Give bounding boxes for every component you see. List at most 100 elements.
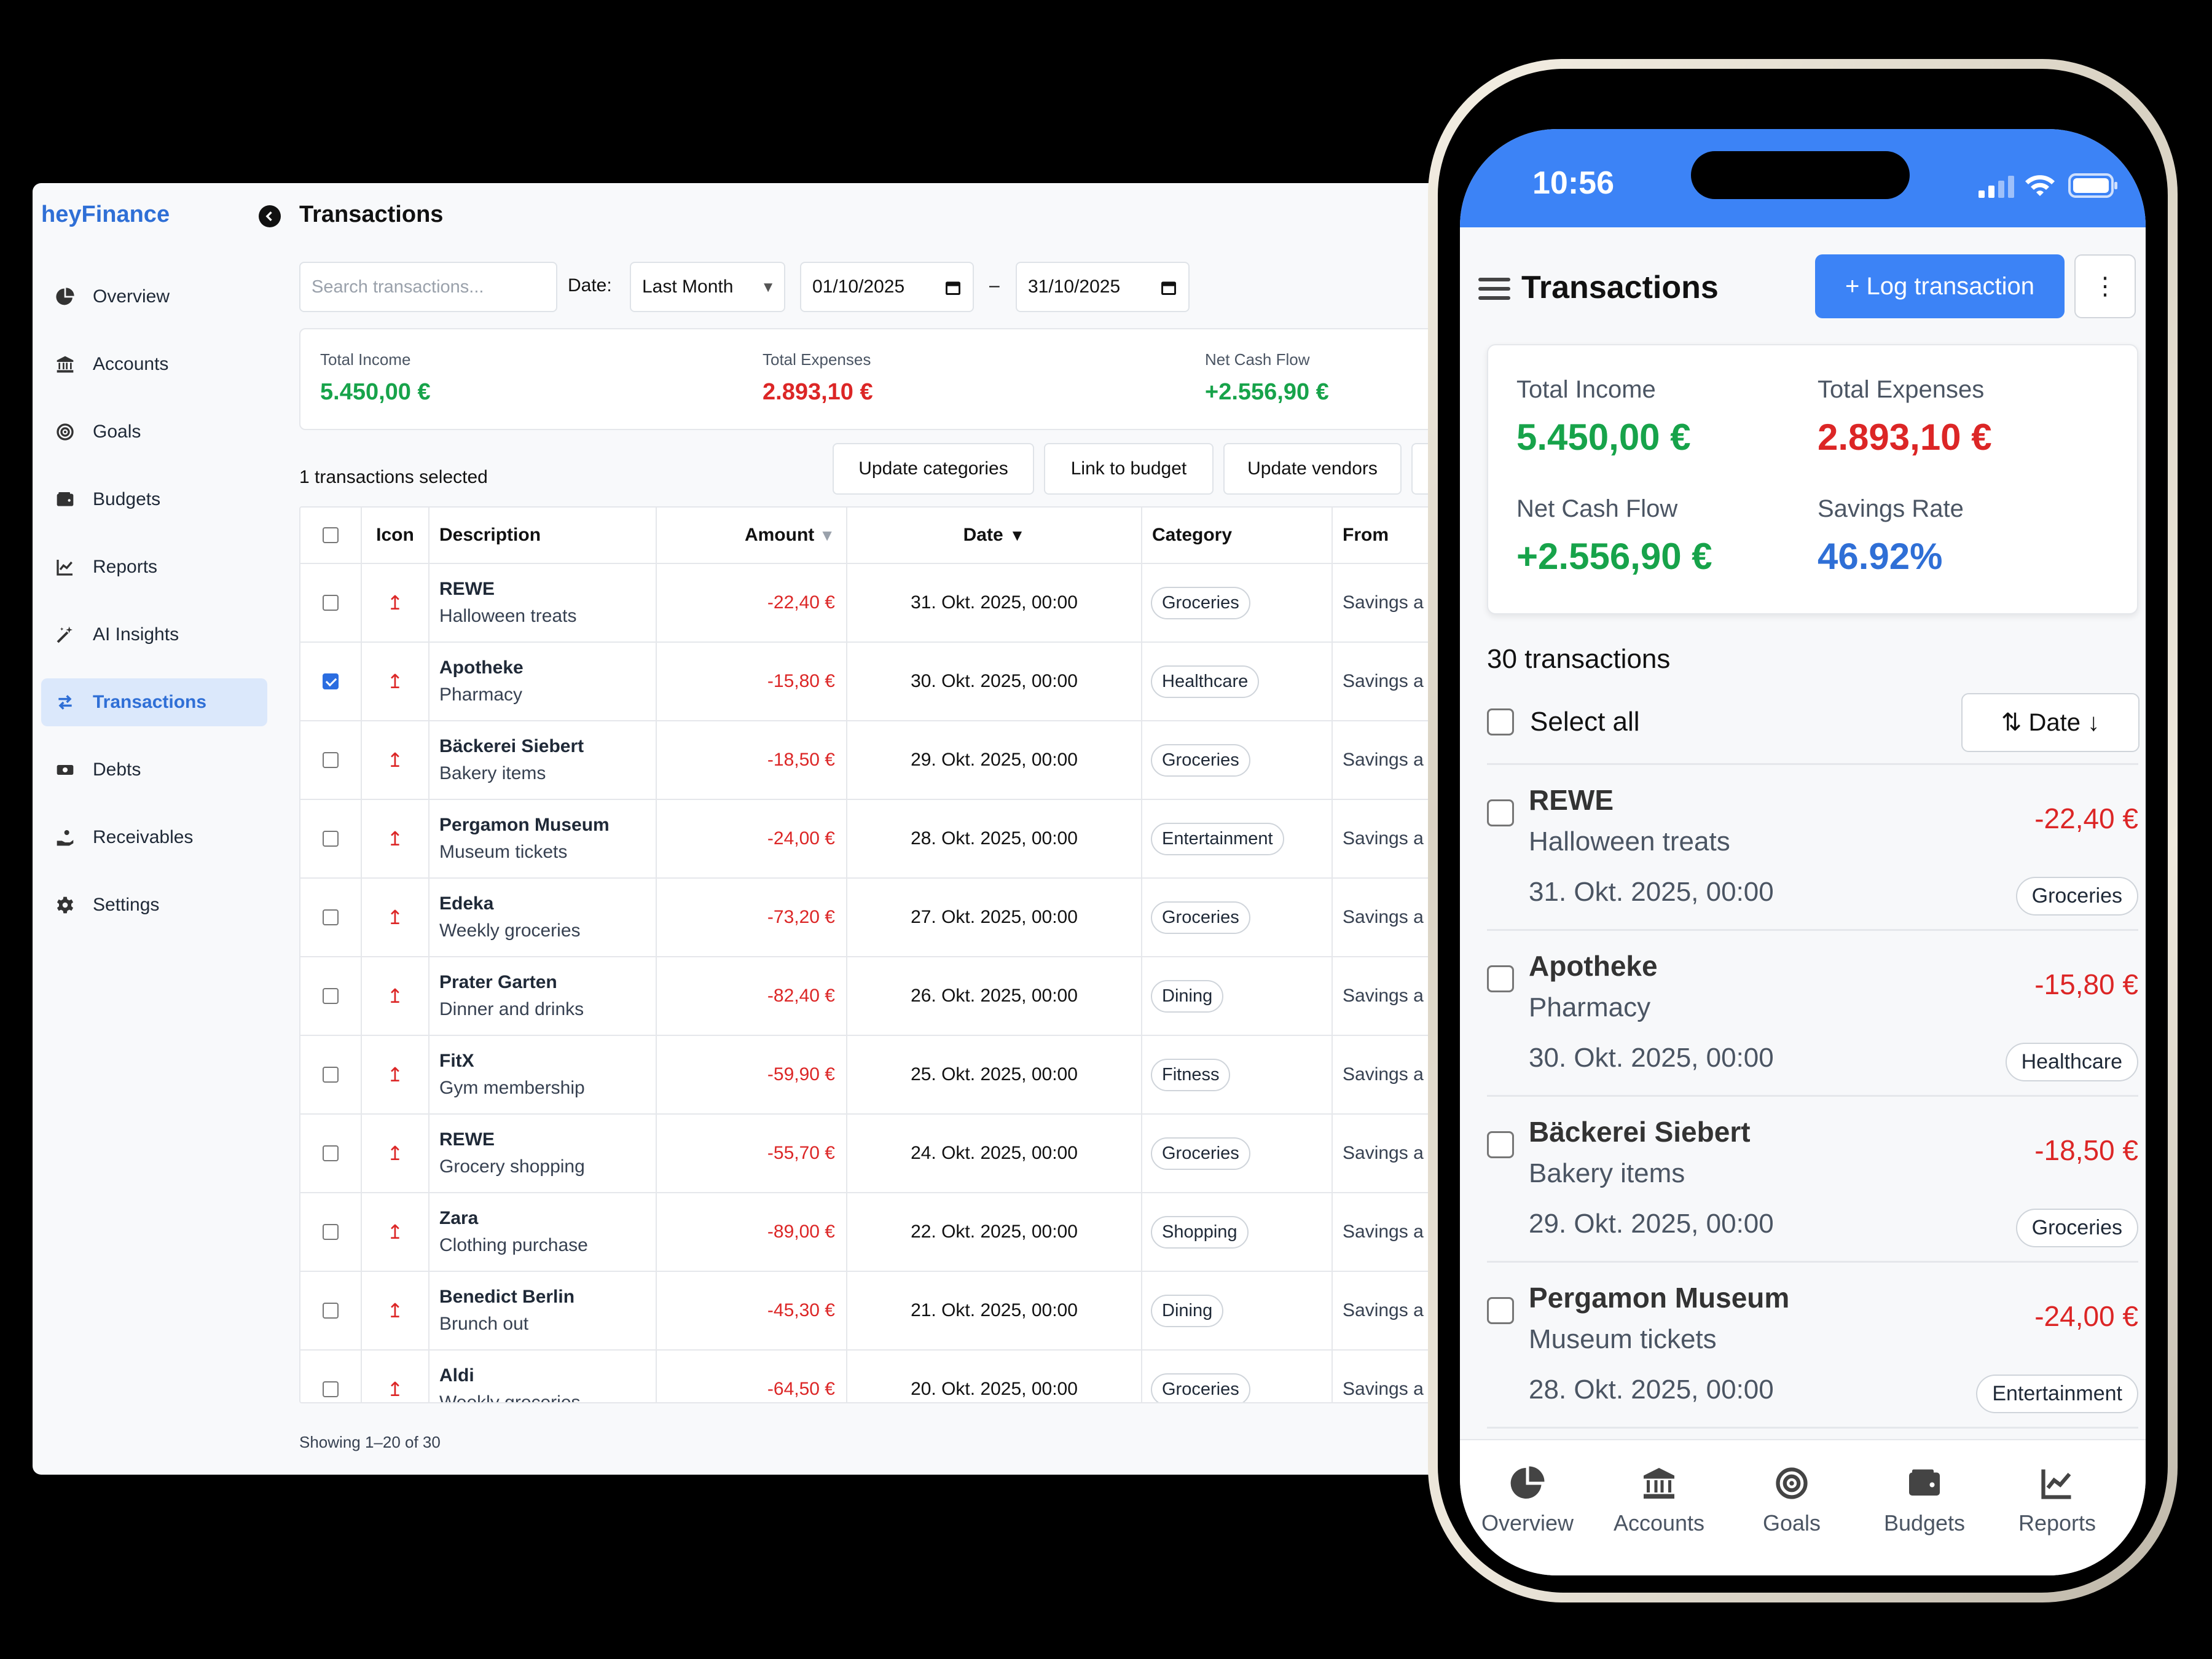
row-select-cell[interactable] <box>300 1036 362 1113</box>
row-select-cell[interactable] <box>300 643 362 720</box>
row-select-cell[interactable] <box>300 721 362 799</box>
row-checkbox[interactable] <box>323 909 339 925</box>
sidebar-item-accounts[interactable]: Accounts <box>41 340 267 388</box>
row-checkbox[interactable] <box>323 673 339 689</box>
collapse-sidebar-button[interactable] <box>259 205 281 227</box>
sidebar-item-ai-insights[interactable]: AI Insights <box>41 611 267 659</box>
sidebar-item-debts[interactable]: Debts <box>41 746 267 794</box>
table-row[interactable]: ↥ REWE Halloween treats -22,40 € 31. Okt… <box>300 563 1507 641</box>
magic-wand-icon <box>53 623 77 646</box>
tab-accounts[interactable]: Accounts <box>1598 1465 1720 1536</box>
sidebar-item-transactions[interactable]: Transactions <box>41 678 267 726</box>
item-category-badge[interactable]: Entertainment <box>1976 1375 2138 1413</box>
log-transaction-button[interactable]: + Log transaction <box>1815 254 2065 318</box>
table-row[interactable]: ↥ Prater Garten Dinner and drinks -82,40… <box>300 956 1507 1035</box>
row-select-cell[interactable] <box>300 564 362 641</box>
item-checkbox[interactable] <box>1487 1131 1514 1158</box>
sidebar-item-reports[interactable]: Reports <box>41 543 267 591</box>
table-row[interactable]: ↥ Apotheke Pharmacy -15,80 € 30. Okt. 20… <box>300 641 1507 720</box>
amount-column-header[interactable]: Amount ▼ <box>657 508 847 563</box>
row-checkbox[interactable] <box>323 831 339 847</box>
table-row[interactable]: ↥ Zara Clothing purchase -89,00 € 22. Ok… <box>300 1192 1507 1271</box>
category-badge[interactable]: Dining <box>1151 979 1224 1013</box>
row-date-cell: 31. Okt. 2025, 00:00 <box>847 564 1142 641</box>
tab-budgets[interactable]: Budgets <box>1863 1465 1986 1536</box>
list-item[interactable]: Bäckerei Siebert Bakery items 29. Okt. 2… <box>1487 1095 2138 1261</box>
table-row[interactable]: ↥ Aldi Weekly groceries -64,50 € 20. Okt… <box>300 1349 1507 1402</box>
brand-logo[interactable]: heyFinance <box>41 202 170 228</box>
category-badge[interactable]: Groceries <box>1151 901 1250 934</box>
list-item[interactable]: REWE Halloween treats 31. Okt. 2025, 00:… <box>1487 763 2138 929</box>
tab-overview[interactable]: Overview <box>1466 1465 1589 1536</box>
category-column-header[interactable]: Category <box>1142 508 1333 563</box>
category-badge[interactable]: Fitness <box>1151 1058 1231 1091</box>
update-categories-button[interactable]: Update categories <box>833 443 1034 495</box>
tab-reports[interactable]: Reports <box>1996 1465 2119 1536</box>
link-to-budget-button[interactable]: Link to budget <box>1044 443 1214 495</box>
item-checkbox[interactable] <box>1487 965 1514 992</box>
icon-column-header[interactable]: Icon <box>362 508 429 563</box>
category-badge[interactable]: Groceries <box>1151 1137 1250 1170</box>
list-item[interactable]: Pergamon Museum Museum tickets 28. Okt. … <box>1487 1261 2138 1427</box>
table-row[interactable]: ↥ Edeka Weekly groceries -73,20 € 27. Ok… <box>300 877 1507 956</box>
row-date-cell: 30. Okt. 2025, 00:00 <box>847 643 1142 720</box>
item-category-badge[interactable]: Healthcare <box>2005 1043 2138 1081</box>
table-row[interactable]: ↥ REWE Grocery shopping -55,70 € 24. Okt… <box>300 1113 1507 1192</box>
sidebar-item-budgets[interactable]: Budgets <box>41 476 267 524</box>
category-badge[interactable]: Shopping <box>1151 1215 1249 1249</box>
row-select-cell[interactable] <box>300 1193 362 1271</box>
category-badge[interactable]: Groceries <box>1151 743 1250 777</box>
row-from-account: Savings a <box>1343 1379 1424 1399</box>
row-select-cell[interactable] <box>300 1272 362 1349</box>
item-category-badge[interactable]: Groceries <box>2015 877 2138 916</box>
row-checkbox[interactable] <box>323 595 339 611</box>
select-all-header[interactable] <box>300 508 362 563</box>
sidebar-item-overview[interactable]: Overview <box>41 273 267 321</box>
row-checkbox[interactable] <box>323 1145 339 1161</box>
sort-button[interactable]: ⇅ Date ↓ <box>1961 693 2139 752</box>
sidebar-item-goals[interactable]: Goals <box>41 408 267 456</box>
category-badge[interactable]: Groceries <box>1151 586 1250 619</box>
item-checkbox[interactable] <box>1487 799 1514 826</box>
select-all-checkbox[interactable] <box>323 527 339 543</box>
row-checkbox[interactable] <box>323 1303 339 1319</box>
row-checkbox[interactable] <box>323 1224 339 1240</box>
more-options-button[interactable]: ⋮ <box>2074 254 2136 318</box>
row-select-cell[interactable] <box>300 1351 362 1402</box>
row-select-cell[interactable] <box>300 879 362 956</box>
row-select-cell[interactable] <box>300 1115 362 1192</box>
table-row[interactable]: ↥ Benedict Berlin Brunch out -45,30 € 21… <box>300 1271 1507 1349</box>
tab-goals[interactable]: Goals <box>1730 1465 1853 1536</box>
category-badge[interactable]: Entertainment <box>1151 822 1284 855</box>
list-item[interactable]: Apotheke Pharmacy 30. Okt. 2025, 00:00 -… <box>1487 929 2138 1095</box>
table-row[interactable]: ↥ Bäckerei Siebert Bakery items -18,50 €… <box>300 720 1507 799</box>
select-all-checkbox[interactable] <box>1487 708 1514 735</box>
row-checkbox[interactable] <box>323 988 339 1004</box>
item-vendor: Pergamon Museum <box>1529 1282 1790 1314</box>
end-date-input[interactable]: 31/10/2025 <box>1016 262 1190 312</box>
category-badge[interactable]: Groceries <box>1151 1373 1250 1402</box>
item-checkbox[interactable] <box>1487 1297 1514 1324</box>
row-checkbox[interactable] <box>323 752 339 768</box>
date-column-header[interactable]: Date ▼ <box>847 508 1142 563</box>
update-vendors-button[interactable]: Update vendors <box>1223 443 1402 495</box>
row-checkbox[interactable] <box>323 1067 339 1083</box>
sidebar-item-settings[interactable]: Settings <box>41 881 267 929</box>
hamburger-menu-icon[interactable] <box>1478 276 1510 301</box>
date-range-select[interactable]: Last Month ▼ <box>630 262 785 312</box>
select-all-row[interactable]: Select all <box>1487 707 1640 737</box>
table-row[interactable]: ↥ Pergamon Museum Museum tickets -24,00 … <box>300 799 1507 877</box>
row-checkbox[interactable] <box>323 1381 339 1397</box>
mobile-net-value: +2.556,90 € <box>1516 536 1712 577</box>
row-category-cell: Groceries <box>1142 564 1333 641</box>
row-select-cell[interactable] <box>300 957 362 1035</box>
start-date-input[interactable]: 01/10/2025 <box>800 262 974 312</box>
description-column-header[interactable]: Description <box>429 508 657 563</box>
category-badge[interactable]: Dining <box>1151 1294 1224 1327</box>
sidebar-item-receivables[interactable]: Receivables <box>41 814 267 861</box>
table-row[interactable]: ↥ FitX Gym membership -59,90 € 25. Okt. … <box>300 1035 1507 1113</box>
category-badge[interactable]: Healthcare <box>1151 665 1260 698</box>
search-input[interactable] <box>299 262 557 312</box>
row-select-cell[interactable] <box>300 800 362 877</box>
item-category-badge[interactable]: Groceries <box>2015 1209 2138 1247</box>
